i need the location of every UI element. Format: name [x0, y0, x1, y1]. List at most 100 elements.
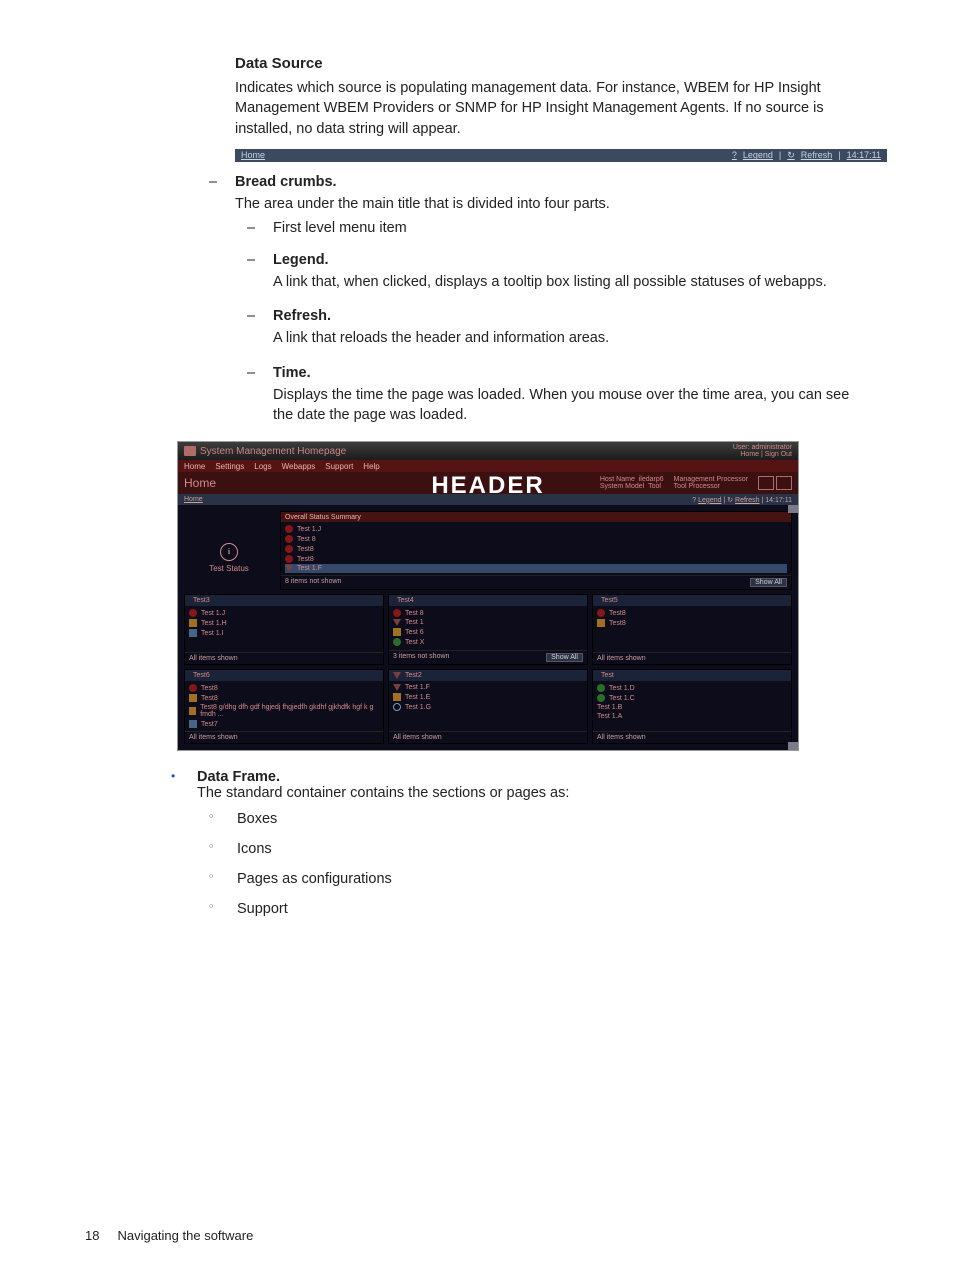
item-desc: A link that reloads the header and infor… [273, 328, 869, 348]
card-header[interactable]: Test4 [389, 595, 587, 606]
item-desc: Displays the time the page was loaded. W… [273, 385, 869, 426]
card-footer: All items shown [185, 652, 383, 664]
status-item-label: Test8 [201, 695, 218, 702]
status-card: Test5Test8Test8All items shown [592, 594, 792, 665]
status-item[interactable]: Test 6 [393, 627, 583, 637]
card-header[interactable]: Test2 [389, 670, 587, 681]
status-item[interactable]: Test8 [189, 693, 379, 703]
breadcrumbs-outer-list: Bread crumbs. The area under the main ti… [197, 174, 869, 425]
breadcrumb-refresh: Refresh [801, 150, 833, 160]
status-item[interactable]: Test 1.E [393, 692, 583, 702]
crumb-refresh[interactable]: Refresh [735, 497, 760, 504]
card-header[interactable]: Test5 [593, 595, 791, 606]
card-header-label: Test5 [601, 597, 618, 604]
status-item[interactable]: Test 8 [393, 608, 583, 618]
data-frame-list: Data Frame. The standard container conta… [155, 769, 869, 917]
menu-item[interactable]: Help [363, 462, 379, 471]
card-footer: All items shown [389, 731, 587, 743]
card-header-label: Test [601, 672, 614, 679]
scroll-up-icon[interactable] [788, 505, 798, 513]
status-item[interactable]: Test 8 [285, 534, 787, 544]
status-item-label: Test8 g/dhg dfh gdf hgjedj fhgjedfh gkdh… [200, 704, 379, 718]
status-item[interactable]: Test 1.C [597, 693, 787, 703]
scroll-down-icon[interactable] [788, 742, 798, 750]
status-card: Test6 Test8 Test8 Test8 g/dhg dfh gdf hgjed… [184, 669, 384, 744]
card-body: Test8Test8 [593, 606, 791, 652]
status-item[interactable]: Test 1.H [189, 618, 379, 628]
status-item[interactable]: Test 1.F [285, 564, 787, 573]
breadcrumbs-inner-list: First level menu item Legend. A link tha… [235, 220, 869, 425]
status-item[interactable]: Test 1.G [393, 702, 583, 712]
status-item-label: Test X [405, 639, 424, 646]
status-card: Test Test 1.DTest 1.CTest 1.BTest 1.A All … [592, 669, 792, 744]
show-all-button[interactable]: Show All [546, 653, 583, 662]
status-item[interactable]: Test 1.D [597, 683, 787, 693]
show-all-button[interactable]: Show All [750, 578, 787, 587]
status-item[interactable]: Test8 [597, 618, 787, 628]
status-item-label: Test8 [297, 546, 314, 553]
status-item-label: Test 1.A [597, 713, 622, 720]
page-title: Home [184, 476, 216, 490]
status-item[interactable]: Test8 g/dhg dfh gdf hgjedj fhgjedfh gkdh… [189, 703, 379, 719]
x-icon [285, 535, 293, 543]
status-item[interactable]: Test7 [189, 719, 379, 729]
status-item[interactable]: Test8 [189, 683, 379, 693]
menu-item[interactable]: Settings [215, 462, 244, 471]
list-item: Pages as configurations [197, 871, 869, 887]
menu-item[interactable]: Webapps [282, 462, 316, 471]
status-item[interactable]: Test 1 [393, 618, 583, 627]
status-item-label: Test 1.J [297, 526, 321, 533]
list-item: First level menu item [235, 220, 869, 236]
host-val: iledarp6 [639, 476, 664, 483]
card-footer: All items shown [593, 731, 791, 743]
card-footer-text: All items shown [189, 655, 238, 662]
status-item[interactable]: Test 1.I [189, 628, 379, 638]
status-card: Test4 Test 8Test 1 Test 6 Test X 3 items not… [388, 594, 588, 665]
summary-list: Test 1.JTest 8Test8Test8Test 1.F [281, 522, 791, 575]
info-icon [393, 703, 401, 711]
menu-item[interactable]: Support [325, 462, 353, 471]
status-item-label: Test 1.F [405, 684, 430, 691]
app-header-row: Home Host Name iledarp6 System Model Too… [178, 472, 798, 494]
menu-item[interactable]: Logs [254, 462, 271, 471]
card-header-label: Test3 [193, 597, 210, 604]
status-item[interactable]: Test 1.B [597, 703, 787, 712]
status-item-label: Test 6 [405, 629, 424, 636]
app-breadcrumb-bar: Home ? Legend | ↻ Refresh | 14:17:11 [178, 494, 798, 505]
card-footer-text: 3 items not shown [393, 653, 449, 662]
host-val: Tool Processor [674, 483, 720, 490]
app-screenshot: HEADER System Management Homepage User: … [177, 441, 799, 751]
status-left-label: Test Status [209, 564, 249, 573]
refresh-icon: ↻ [787, 150, 795, 161]
status-item[interactable]: Test 1.J [285, 524, 787, 534]
user-links[interactable]: Home | Sign Out [733, 451, 792, 458]
status-item[interactable]: Test8 [597, 608, 787, 618]
card-footer: All items shown [593, 652, 791, 664]
chk-icon [597, 684, 605, 692]
x-icon [189, 684, 197, 692]
status-item[interactable]: Test8 [285, 544, 787, 554]
status-item-label: Test 8 [297, 536, 316, 543]
status-item[interactable]: Test 1.F [393, 683, 583, 692]
scrollbar[interactable] [788, 505, 798, 750]
view-icon[interactable] [758, 476, 774, 490]
status-card: Test2 Test 1.FTest 1.ETest 1.G All items s… [388, 669, 588, 744]
card-header[interactable]: Test6 [185, 670, 383, 681]
status-item-label: Test8 [609, 610, 626, 617]
crumb-home[interactable]: Home [184, 496, 203, 503]
host-key: System Model [600, 483, 644, 490]
card-header[interactable]: Test [593, 670, 791, 681]
status-item[interactable]: Test8 [285, 554, 787, 564]
card-header[interactable]: Test3 [185, 595, 383, 606]
breadcrumb-bar-image: Home ? Legend | ↻ Refresh | 14:17:11 [235, 149, 887, 162]
status-item-label: Test 1.I [201, 630, 224, 637]
view-icon[interactable] [776, 476, 792, 490]
status-item[interactable]: Test X [393, 637, 583, 647]
crumb-legend[interactable]: Legend [698, 497, 721, 504]
status-item-label: Test 1.D [609, 685, 635, 692]
list-item: Icons [197, 841, 869, 857]
status-item[interactable]: Test 1.J [189, 608, 379, 618]
status-item[interactable]: Test 1.A [597, 712, 787, 721]
card-footer: All items shown [185, 731, 383, 743]
menu-item[interactable]: Home [184, 462, 205, 471]
